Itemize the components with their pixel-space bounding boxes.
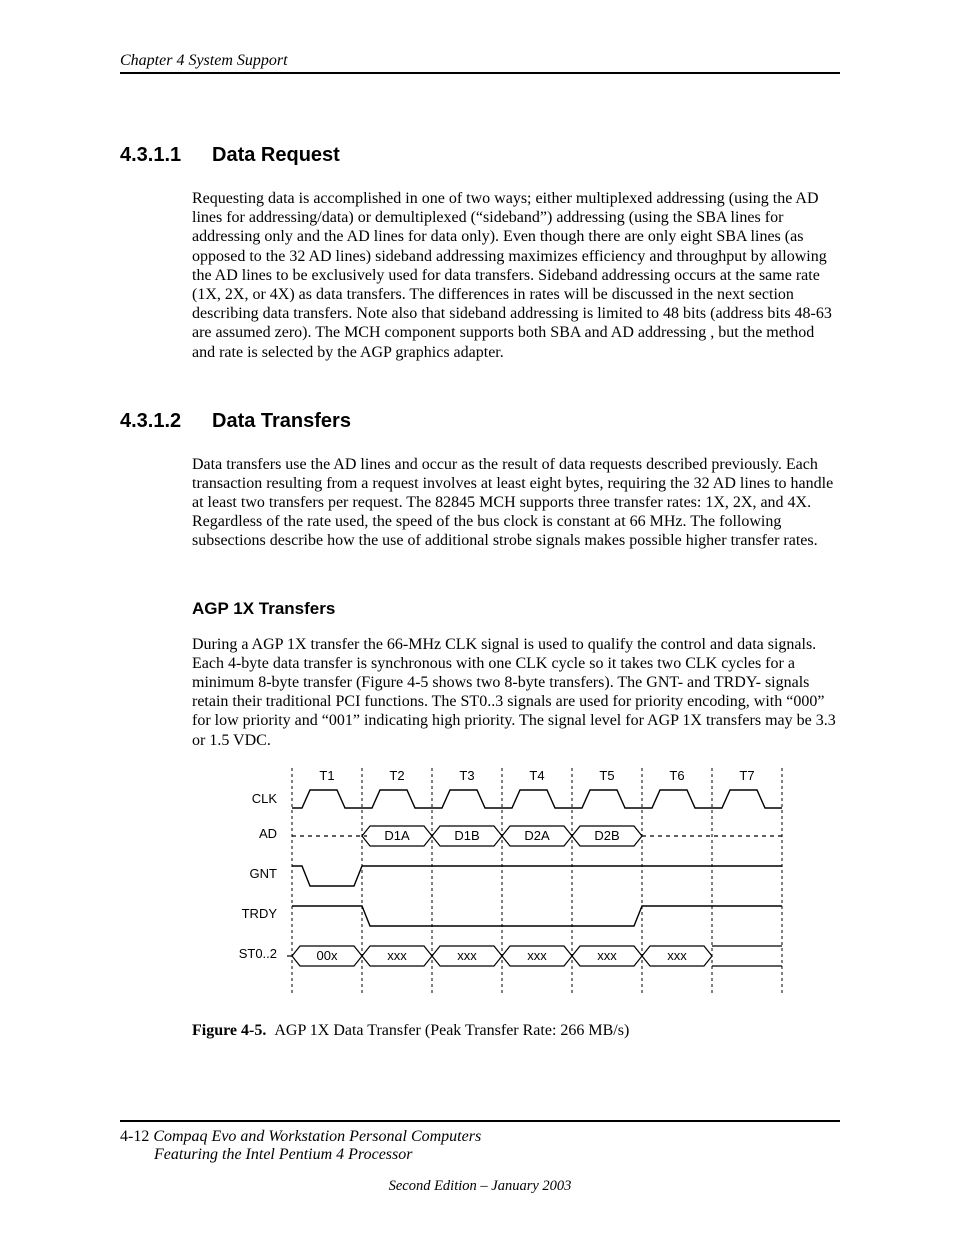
footer-title: Compaq Evo and Workstation Personal Comp… xyxy=(153,1128,481,1145)
ad-cell: D1A xyxy=(384,828,410,843)
st-cell: xxx xyxy=(667,948,687,963)
signal-label: AD xyxy=(259,826,277,841)
ad-cell: D2B xyxy=(594,828,619,843)
tick-label: T1 xyxy=(319,768,334,783)
section-4311-body: Requesting data is accomplished in one o… xyxy=(192,189,840,362)
signal-label: GNT xyxy=(250,866,278,881)
section-4312-heading: 4.3.1.2Data Transfers xyxy=(120,410,840,433)
tick-label: T7 xyxy=(739,768,754,783)
gnt-waveform xyxy=(292,866,782,886)
figure-label: Figure 4-5. xyxy=(192,1022,266,1039)
footer-subtitle: Featuring the Intel Pentium 4 Processor xyxy=(154,1146,840,1164)
st-cell: 00x xyxy=(317,948,338,963)
section-number: 4.3.1.2 xyxy=(120,410,212,433)
tick-label: T6 xyxy=(669,768,684,783)
st-cell: xxx xyxy=(387,948,407,963)
section-title: Data Transfers xyxy=(212,410,351,432)
section-title: Data Request xyxy=(212,144,340,166)
signal-label: ST0..2 xyxy=(239,946,277,961)
clk-waveform xyxy=(292,790,782,808)
st-cell: xxx xyxy=(457,948,477,963)
figure-text: AGP 1X Data Transfer (Peak Transfer Rate… xyxy=(274,1022,629,1039)
ad-cell: D2A xyxy=(524,828,550,843)
tick-label: T3 xyxy=(459,768,474,783)
section-4311-heading: 4.3.1.1Data Request xyxy=(120,144,840,167)
footer-edition: Second Edition – January 2003 xyxy=(120,1178,840,1195)
st-cell: xxx xyxy=(527,948,547,963)
subsection-heading: AGP 1X Transfers xyxy=(192,599,840,619)
figure-caption: Figure 4-5. AGP 1X Data Transfer (Peak T… xyxy=(192,1022,840,1040)
subsection-body: During a AGP 1X transfer the 66-MHz CLK … xyxy=(192,635,840,750)
section-number: 4.3.1.1 xyxy=(120,144,212,167)
page: Chapter 4 System Support 4.3.1.1Data Req… xyxy=(0,0,954,1235)
signal-label: CLK xyxy=(252,791,278,806)
tick-label: T2 xyxy=(389,768,404,783)
timing-diagram: T1 T2 T3 T4 T5 T6 T7 CLK AD GNT TRDY ST0… xyxy=(192,768,840,998)
section-4312-body: Data transfers use the AD lines and occu… xyxy=(192,455,840,551)
tick-label: T4 xyxy=(529,768,544,783)
signal-label: TRDY xyxy=(242,906,278,921)
st-cell: xxx xyxy=(597,948,617,963)
page-footer: 4-12 Compaq Evo and Workstation Personal… xyxy=(120,1120,840,1195)
trdy-waveform xyxy=(292,906,782,926)
running-header: Chapter 4 System Support xyxy=(120,52,840,74)
tick-label: T5 xyxy=(599,768,614,783)
ad-cell: D1B xyxy=(454,828,479,843)
page-number: 4-12 xyxy=(120,1128,149,1145)
